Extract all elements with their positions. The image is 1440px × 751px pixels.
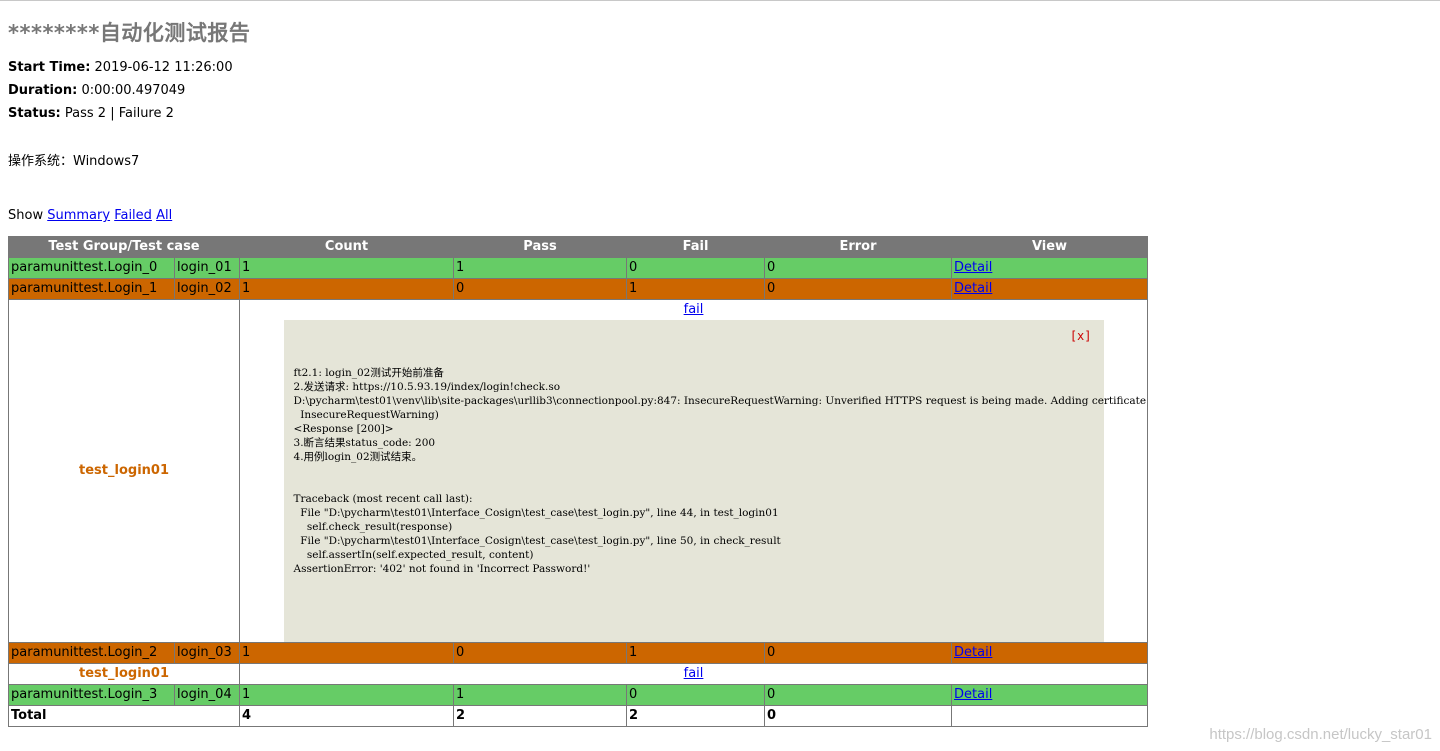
header-fail: Fail: [626, 236, 766, 258]
fail-status-link[interactable]: fail: [684, 302, 704, 317]
top-divider: [0, 0, 1440, 1]
detail-link[interactable]: Detail: [954, 645, 992, 660]
header-error: Error: [764, 236, 953, 258]
header-pass: Pass: [453, 236, 628, 258]
test-detail-row: test_login01 fail [x] ft2.1: login_02测试开…: [7, 299, 1149, 643]
count-cell: 1: [239, 257, 455, 279]
report-title: ********自动化测试报告: [8, 21, 251, 45]
total-fail: 2: [626, 705, 766, 727]
table-row: paramunittest.Login_2 login_03 1 0 1 0 D…: [8, 642, 1149, 664]
start-time-value: 2019-06-12 11:26:00: [94, 60, 233, 75]
detail-link[interactable]: Detail: [954, 260, 992, 275]
show-filter: Show Summary Failed All: [8, 208, 172, 223]
failed-link[interactable]: Failed: [114, 208, 152, 223]
status-value: Pass 2 | Failure 2: [64, 106, 174, 121]
start-time-label: Start Time:: [8, 60, 91, 75]
case-name: login_04: [173, 684, 241, 706]
table-row: paramunittest.Login_0 login_01 1 1 0 0 D…: [8, 257, 1149, 279]
watermark: https://blog.csdn.net/lucky_star01: [1209, 726, 1432, 743]
duration-label: Duration:: [8, 83, 78, 98]
group-name: paramunittest.Login_3: [8, 684, 175, 706]
error-cell: 0: [764, 278, 953, 300]
header-count: Count: [239, 236, 455, 258]
total-label: Total: [7, 705, 241, 727]
total-pass: 2: [453, 705, 628, 727]
case-name: login_02: [173, 278, 241, 300]
test-name: test_login01: [7, 299, 241, 643]
fail-cell: 1: [626, 278, 766, 300]
count-cell: 1: [239, 684, 455, 706]
total-count: 4: [239, 705, 455, 727]
table-header-row: Test Group/Test case Count Pass Fail Err…: [7, 236, 1149, 258]
total-row: Total 4 2 2 0: [7, 705, 1149, 727]
count-cell: 1: [239, 642, 455, 664]
case-name: login_01: [173, 257, 241, 279]
pass-cell: 1: [453, 684, 628, 706]
group-name: paramunittest.Login_0: [8, 257, 175, 279]
error-log: ft2.1: login_02测试开始前准备 2.发送请求: https://1…: [293, 367, 1147, 575]
duration: Duration: 0:00:00.497049: [8, 83, 185, 98]
total-view: [951, 705, 1149, 727]
case-name: login_03: [173, 642, 241, 664]
error-popup: [x] ft2.1: login_02测试开始前准备 2.发送请求: https…: [283, 320, 1146, 642]
test-detail-row: test_login01 fail: [7, 663, 1149, 685]
view-cell: Detail: [951, 257, 1149, 279]
show-label: Show: [8, 208, 44, 223]
summary-link[interactable]: Summary: [47, 208, 110, 223]
view-cell: Detail: [951, 684, 1149, 706]
table-row: paramunittest.Login_3 login_04 1 1 0 0 D…: [8, 684, 1149, 706]
start-time: Start Time: 2019-06-12 11:26:00: [8, 60, 233, 75]
fail-cell: 0: [626, 684, 766, 706]
group-name: paramunittest.Login_1: [8, 278, 175, 300]
test-detail-cell: fail [x] ft2.1: login_02测试开始前准备 2.发送请求: …: [239, 299, 1149, 643]
fail-cell: 0: [626, 257, 766, 279]
error-cell: 0: [764, 684, 953, 706]
detail-link[interactable]: Detail: [954, 281, 992, 296]
header-view: View: [951, 236, 1149, 258]
status: Status: Pass 2 | Failure 2: [8, 106, 174, 121]
count-cell: 1: [239, 278, 455, 300]
pass-cell: 0: [453, 278, 628, 300]
fail-status-link[interactable]: fail: [684, 666, 704, 681]
test-name: test_login01: [7, 663, 241, 685]
pass-cell: 0: [453, 642, 628, 664]
view-cell: Detail: [951, 278, 1149, 300]
test-detail-cell: fail: [239, 663, 1149, 685]
pass-cell: 1: [453, 257, 628, 279]
all-link[interactable]: All: [156, 208, 172, 223]
detail-link[interactable]: Detail: [954, 687, 992, 702]
group-name: paramunittest.Login_2: [8, 642, 175, 664]
error-cell: 0: [764, 257, 953, 279]
error-cell: 0: [764, 642, 953, 664]
fail-cell: 1: [626, 642, 766, 664]
header-test-group: Test Group/Test case: [7, 236, 241, 258]
close-icon[interactable]: [x]: [1070, 326, 1092, 346]
table-row: paramunittest.Login_1 login_02 1 0 1 0 D…: [8, 278, 1149, 300]
total-error: 0: [764, 705, 953, 727]
os-info: 操作系统：Windows7: [8, 154, 140, 169]
duration-value: 0:00:00.497049: [81, 83, 186, 98]
view-cell: Detail: [951, 642, 1149, 664]
status-label: Status:: [8, 106, 61, 121]
result-table: Test Group/Test case Count Pass Fail Err…: [7, 236, 1149, 727]
